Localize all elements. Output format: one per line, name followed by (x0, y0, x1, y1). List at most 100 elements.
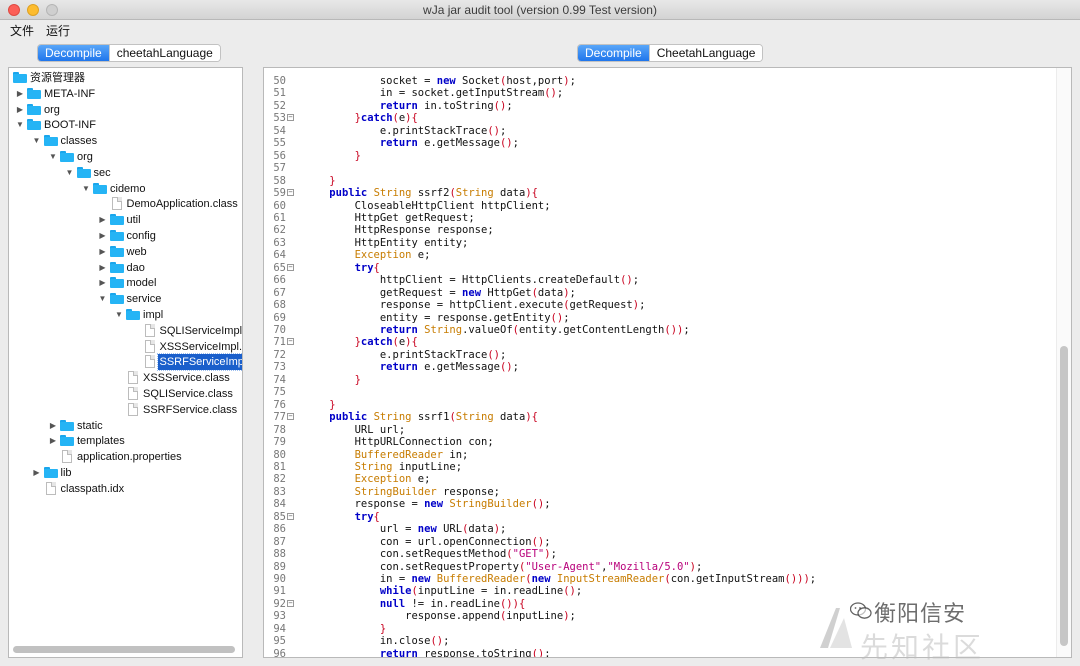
code-line[interactable]: 67 getRequest = new HttpGet(data); (264, 287, 1054, 299)
code-line[interactable]: 57 (264, 162, 1054, 174)
code-line[interactable]: 77− public String ssrf1(String data){ (264, 411, 1054, 423)
code-line[interactable]: 56 } (264, 150, 1054, 162)
code-line[interactable]: 74 } (264, 374, 1054, 386)
code-line[interactable]: 79 HttpURLConnection con; (264, 436, 1054, 448)
collapse-arrow-icon[interactable]: ▶ (98, 228, 108, 244)
collapse-arrow-icon[interactable]: ▶ (15, 102, 25, 118)
code-line[interactable]: 76 } (264, 399, 1054, 411)
code-line[interactable]: 84 response = new StringBuilder(); (264, 498, 1054, 510)
tree-folder-node[interactable]: ▼ classes (9, 133, 242, 149)
fold-toggle-icon[interactable]: − (287, 189, 294, 197)
code-line[interactable]: 53− }catch(e){ (264, 112, 1054, 124)
tree-file-node[interactable]: classpath.idx (9, 481, 242, 497)
code-line[interactable]: 55 return e.getMessage(); (264, 137, 1054, 149)
code-line[interactable]: 80 BufferedReader in; (264, 449, 1054, 461)
tree-folder-node[interactable]: ▼ org (9, 149, 242, 165)
tree-folder-node[interactable]: ▶ util (9, 212, 242, 228)
code-line[interactable]: 51 in = socket.getInputStream(); (264, 87, 1054, 99)
tree-folder-node[interactable]: ▶ model (9, 275, 242, 291)
code-line[interactable]: 69 entity = response.getEntity(); (264, 312, 1054, 324)
code-line[interactable]: 65− try{ (264, 262, 1054, 274)
code-line[interactable]: 54 e.printStackTrace(); (264, 125, 1054, 137)
code-line[interactable]: 63 HttpEntity entity; (264, 237, 1054, 249)
code-line[interactable]: 82 Exception e; (264, 473, 1054, 485)
fold-toggle-icon[interactable]: − (287, 338, 294, 346)
tree-folder-node[interactable]: ▼ sec (9, 165, 242, 181)
expand-arrow-icon[interactable]: ▼ (98, 291, 108, 307)
tree-folder-node[interactable]: ▼ BOOT-INF (9, 117, 242, 133)
collapse-arrow-icon[interactable]: ▶ (32, 465, 42, 481)
expand-arrow-icon[interactable]: ▼ (81, 181, 91, 197)
collapse-arrow-icon[interactable]: ▶ (98, 275, 108, 291)
tree-file-node[interactable]: application.properties (9, 449, 242, 465)
tree-root-node[interactable]: 资源管理器 (9, 70, 242, 86)
tree-folder-node[interactable]: ▶ META-INF (9, 86, 242, 102)
code-line[interactable]: 64 Exception e; (264, 249, 1054, 261)
fold-toggle-icon[interactable]: − (287, 413, 294, 421)
expand-arrow-icon[interactable]: ▼ (32, 133, 42, 149)
code-line[interactable]: 59− public String ssrf2(String data){ (264, 187, 1054, 199)
expand-arrow-icon[interactable]: ▼ (15, 117, 25, 133)
tab-decompile-right[interactable]: Decompile (578, 45, 649, 61)
fold-toggle-icon[interactable]: − (287, 599, 294, 607)
tree-file-node[interactable]: SSRFService.class (9, 402, 242, 418)
tree-folder-node[interactable]: ▶ static (9, 418, 242, 434)
code-line[interactable]: 66 httpClient = HttpClients.createDefaul… (264, 274, 1054, 286)
collapse-arrow-icon[interactable]: ▶ (98, 244, 108, 260)
menu-run[interactable]: 运行 (46, 22, 70, 39)
tree-horizontal-scrollbar[interactable] (13, 646, 235, 653)
menu-file[interactable]: 文件 (10, 22, 34, 39)
code-line[interactable]: 90 in = new BufferedReader(new InputStre… (264, 573, 1054, 585)
code-line[interactable]: 87 con = url.openConnection(); (264, 536, 1054, 548)
code-line[interactable]: 88 con.setRequestMethod("GET"); (264, 548, 1054, 560)
tree-folder-node[interactable]: ▶ dao (9, 260, 242, 276)
code-line[interactable]: 83 StringBuilder response; (264, 486, 1054, 498)
tree-file-node[interactable]: SQLIServiceImpl.c (9, 323, 242, 339)
code-line[interactable]: 89 con.setRequestProperty("User-Agent","… (264, 561, 1054, 573)
folder-icon (27, 119, 41, 131)
tree-file-node[interactable]: SQLIService.class (9, 386, 242, 402)
tab-cheetah-language-left[interactable]: cheetahLanguage (108, 45, 220, 61)
collapse-arrow-icon[interactable]: ▶ (48, 418, 58, 434)
code-line[interactable]: 61 HttpGet getRequest; (264, 212, 1054, 224)
tree-file-node[interactable]: XSSService.class (9, 370, 242, 386)
tree-folder-node[interactable]: ▼ service (9, 291, 242, 307)
code-line[interactable]: 70 return String.valueOf(entity.getConte… (264, 324, 1054, 336)
tree-folder-node[interactable]: ▶ config (9, 228, 242, 244)
code-line[interactable]: 52 return in.toString(); (264, 100, 1054, 112)
code-line[interactable]: 78 URL url; (264, 424, 1054, 436)
collapse-arrow-icon[interactable]: ▶ (98, 212, 108, 228)
code-line[interactable]: 60 CloseableHttpClient httpClient; (264, 200, 1054, 212)
expand-arrow-icon[interactable]: ▼ (65, 165, 75, 181)
tree-file-node[interactable]: DemoApplication.class (9, 196, 242, 212)
code-line[interactable]: 58 } (264, 175, 1054, 187)
fold-toggle-icon[interactable]: − (287, 263, 294, 271)
expand-arrow-icon[interactable]: ▼ (114, 307, 124, 323)
tree-folder-node[interactable]: ▼ cidemo (9, 181, 242, 197)
tree-folder-node[interactable]: ▶ web (9, 244, 242, 260)
collapse-arrow-icon[interactable]: ▶ (48, 433, 58, 449)
tree-folder-node[interactable]: ▶ org (9, 102, 242, 118)
code-line[interactable]: 71− }catch(e){ (264, 336, 1054, 348)
code-line[interactable]: 62 HttpResponse response; (264, 224, 1054, 236)
code-line[interactable]: 68 response = httpClient.execute(getRequ… (264, 299, 1054, 311)
code-line[interactable]: 81 String inputLine; (264, 461, 1054, 473)
collapse-arrow-icon[interactable]: ▶ (98, 260, 108, 276)
tree-file-node[interactable]: SSRFServiceImpl. (9, 353, 242, 372)
tree-folder-node[interactable]: ▶ lib (9, 465, 242, 481)
tree-folder-node[interactable]: ▶ templates (9, 433, 242, 449)
collapse-arrow-icon[interactable]: ▶ (15, 86, 25, 102)
tab-cheetah-language-right[interactable]: CheetahLanguage (648, 45, 763, 61)
code-line[interactable]: 73 return e.getMessage(); (264, 361, 1054, 373)
fold-toggle-icon[interactable]: − (287, 114, 294, 122)
fold-toggle-icon[interactable]: − (287, 512, 294, 520)
code-line[interactable]: 50 socket = new Socket(host,port); (264, 75, 1054, 87)
code-line[interactable]: 86 url = new URL(data); (264, 523, 1054, 535)
tree-folder-node[interactable]: ▼ impl (9, 307, 242, 323)
expand-arrow-icon[interactable]: ▼ (48, 149, 58, 165)
code-line[interactable]: 85− try{ (264, 511, 1054, 523)
tab-decompile-left[interactable]: Decompile (38, 45, 109, 61)
tree-file-node[interactable]: XSSServiceImpl.c (9, 339, 242, 355)
code-line[interactable]: 75 (264, 386, 1054, 398)
code-line[interactable]: 72 e.printStackTrace(); (264, 349, 1054, 361)
